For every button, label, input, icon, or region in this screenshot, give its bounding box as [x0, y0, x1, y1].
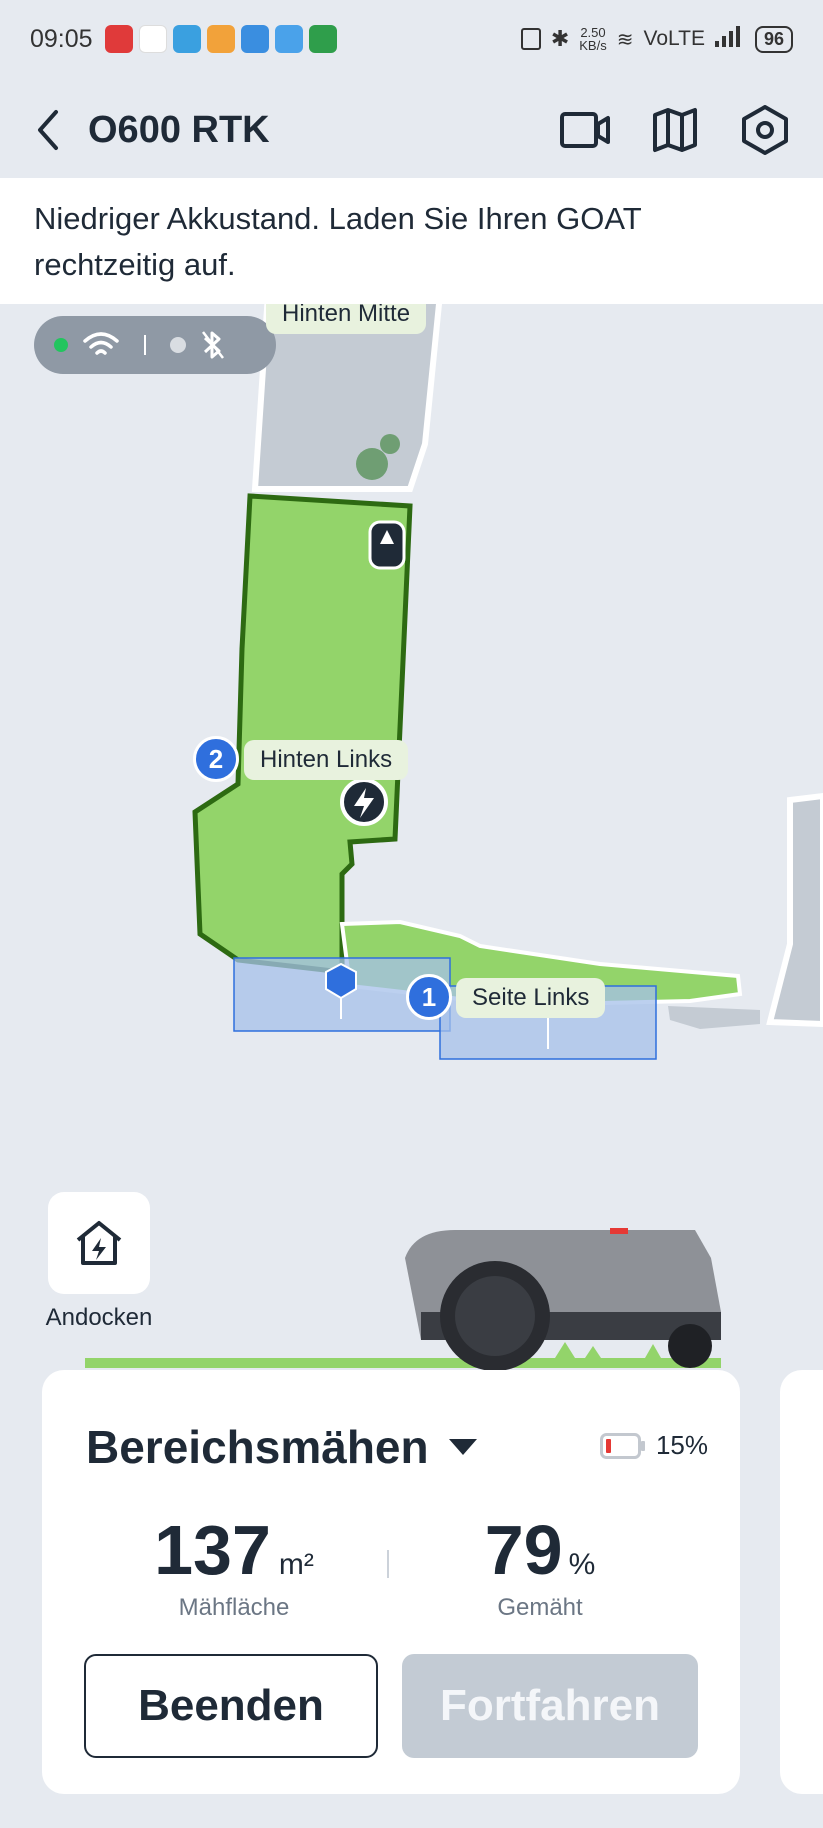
bluetooth-status-dot	[170, 337, 186, 353]
app-orange-icon	[206, 25, 235, 53]
low-battery-warning: Niedriger Akkustand. Laden Sie Ihren GOA…	[0, 178, 823, 304]
app-slack-icon	[138, 25, 167, 53]
area-label: Mähfläche	[178, 1594, 290, 1621]
area-value: 137	[154, 1511, 271, 1589]
zone-label-hinten-links[interactable]: Hinten Links	[244, 740, 409, 780]
map-button[interactable]	[649, 104, 701, 156]
charging-station-icon[interactable]	[340, 778, 388, 826]
net-speed: 2.50 KB/s	[579, 25, 607, 53]
map-icon	[653, 108, 697, 152]
bluetooth-off-icon	[202, 331, 224, 359]
mode-name: Bereichsmähen	[86, 1421, 429, 1473]
mower-position-icon[interactable]	[368, 520, 406, 570]
camera-button[interactable]	[559, 104, 611, 156]
end-button[interactable]: Beenden	[84, 1654, 378, 1758]
signal-icon	[714, 25, 745, 53]
mower-battery: 15%	[599, 1430, 708, 1461]
settings-button[interactable]	[739, 104, 791, 156]
mowed-label: Gemäht	[497, 1594, 583, 1621]
continue-button[interactable]: Fortfahren	[402, 1654, 698, 1758]
phone-battery: 96	[754, 25, 793, 53]
app-battery-icon	[308, 25, 337, 53]
wifi-status-dot	[54, 338, 68, 352]
divider	[144, 335, 146, 355]
mowing-control-card: Bereichsmähen 15% 137 m² Mähfläche 79% Ge…	[42, 1370, 740, 1794]
caret-down-icon	[448, 1439, 477, 1455]
mowed-unit: %	[568, 1548, 596, 1581]
app-home-icon	[172, 25, 201, 53]
app-fan-icon	[240, 25, 269, 53]
battery-low-icon	[599, 1432, 645, 1459]
status-time: 09:05	[30, 24, 93, 53]
status-bar: 09:05 ✱ 2.50 KB/s ≋ VoLTE 96	[0, 0, 823, 78]
area-unit: m²	[278, 1548, 314, 1581]
notification-icons	[104, 25, 337, 53]
stat-divider	[387, 1550, 389, 1578]
next-card-peek[interactable]	[780, 1370, 823, 1794]
area-stat: 137 m² Mähfläche	[134, 1510, 334, 1622]
mode-selector[interactable]: Bereichsmähen	[86, 1420, 479, 1474]
settings-hex-icon	[742, 105, 788, 155]
bluetooth-icon: ✱	[550, 26, 570, 51]
nfc-icon	[520, 28, 541, 50]
page-title: O600 RTK	[88, 108, 270, 151]
zone-label-seite-links[interactable]: Seite Links	[456, 978, 606, 1018]
chevron-left-icon	[38, 110, 58, 150]
video-camera-icon	[560, 112, 610, 148]
network-type: VoLTE	[643, 27, 705, 50]
battery-percent: 15%	[655, 1430, 708, 1460]
zone-number-badge[interactable]: 1	[406, 974, 452, 1020]
connection-status-pill[interactable]	[34, 316, 276, 374]
header: O600 RTK	[0, 85, 823, 175]
wifi-icon: ≋	[616, 28, 634, 51]
app-doc-icon	[274, 25, 303, 53]
app-s-icon	[104, 25, 133, 53]
mowed-value: 79	[484, 1511, 563, 1589]
wifi-icon	[83, 332, 119, 355]
mowed-stat: 79% Gemäht	[440, 1510, 640, 1622]
back-button[interactable]	[32, 100, 76, 160]
zone-number-badge[interactable]: 2	[193, 736, 239, 782]
mower-illustration	[85, 1228, 721, 1371]
